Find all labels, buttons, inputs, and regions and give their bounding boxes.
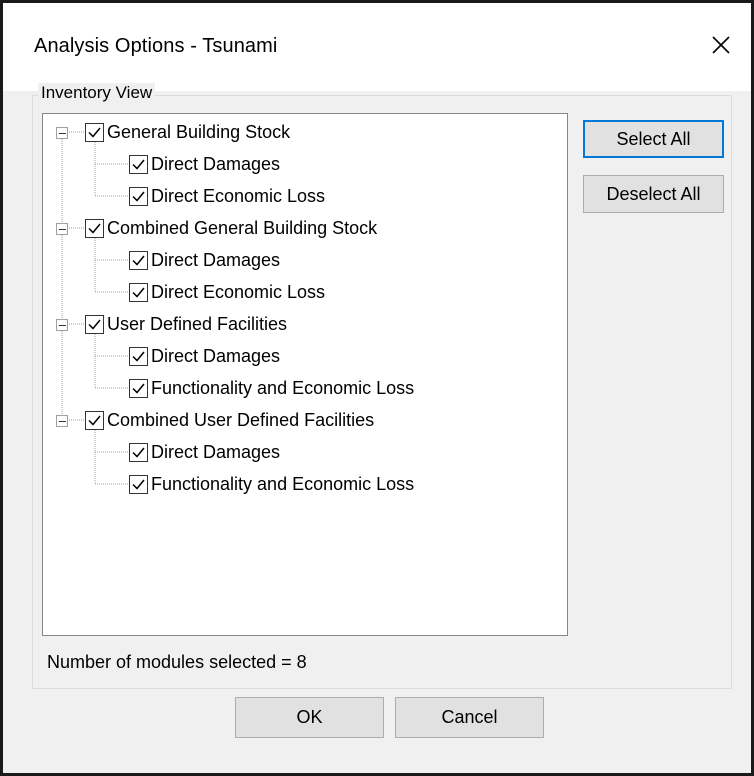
group-label: Inventory View bbox=[38, 83, 156, 103]
tree-item-label: Direct Damages bbox=[151, 153, 281, 174]
checkbox-checked-icon[interactable] bbox=[129, 282, 148, 302]
cancel-button[interactable]: Cancel bbox=[395, 697, 544, 738]
ok-button[interactable]: OK bbox=[235, 697, 384, 738]
tree-node-child[interactable]: Direct Damages bbox=[129, 436, 280, 468]
checkbox-checked-icon[interactable] bbox=[129, 442, 148, 462]
modules-selected-count: Number of modules selected = 8 bbox=[47, 652, 307, 672]
checkbox-checked-icon[interactable] bbox=[85, 410, 104, 430]
tree-item-label: Direct Damages bbox=[151, 345, 281, 366]
title-bar: Analysis Options - Tsunami bbox=[3, 3, 751, 91]
tree-item-label: User Defined Facilities bbox=[107, 313, 288, 334]
tree-node-child[interactable]: Functionality and Economic Loss bbox=[129, 468, 414, 500]
window-title: Analysis Options - Tsunami bbox=[34, 35, 278, 57]
checkbox-checked-icon[interactable] bbox=[129, 154, 148, 174]
select-all-button[interactable]: Select All bbox=[583, 120, 724, 158]
tree-node-child[interactable]: Functionality and Economic Loss bbox=[129, 372, 414, 404]
inventory-tree[interactable]: General Building Stock Direct Damages Dire… bbox=[42, 113, 568, 636]
tree-item-label: Direct Economic Loss bbox=[151, 281, 326, 302]
tree-node-child[interactable]: Direct Damages bbox=[129, 340, 280, 372]
collapse-minus-icon[interactable] bbox=[56, 415, 68, 427]
tree-node-child[interactable]: Direct Damages bbox=[129, 148, 280, 180]
checkbox-checked-icon[interactable] bbox=[129, 474, 148, 494]
tree-node-child[interactable]: Direct Economic Loss bbox=[129, 180, 325, 212]
tree-node-root[interactable]: User Defined Facilities bbox=[85, 308, 287, 340]
checkbox-checked-icon[interactable] bbox=[129, 346, 148, 366]
tree-node-child[interactable]: Direct Damages bbox=[129, 244, 280, 276]
tree-item-label: Combined User Defined Facilities bbox=[107, 409, 375, 430]
tree-item-label: Direct Economic Loss bbox=[151, 185, 326, 206]
close-icon[interactable] bbox=[705, 29, 737, 61]
collapse-minus-icon[interactable] bbox=[56, 223, 68, 235]
tree-node-root[interactable]: General Building Stock bbox=[85, 116, 290, 148]
tree-node-root[interactable]: Combined General Building Stock bbox=[85, 212, 377, 244]
checkbox-checked-icon[interactable] bbox=[129, 378, 148, 398]
checkbox-checked-icon[interactable] bbox=[129, 186, 148, 206]
checkbox-checked-icon[interactable] bbox=[85, 122, 104, 142]
collapse-minus-icon[interactable] bbox=[56, 319, 68, 331]
collapse-minus-icon[interactable] bbox=[56, 127, 68, 139]
tree-item-label: Functionality and Economic Loss bbox=[151, 473, 415, 494]
tree-item-label: General Building Stock bbox=[107, 121, 291, 142]
checkbox-checked-icon[interactable] bbox=[85, 314, 104, 334]
checkbox-checked-icon[interactable] bbox=[129, 250, 148, 270]
tree-item-label: Combined General Building Stock bbox=[107, 217, 378, 238]
tree-item-label: Direct Damages bbox=[151, 249, 281, 270]
tree-item-label: Functionality and Economic Loss bbox=[151, 377, 415, 398]
deselect-all-button[interactable]: Deselect All bbox=[583, 175, 724, 213]
tree-item-label: Direct Damages bbox=[151, 441, 281, 462]
tree-node-root[interactable]: Combined User Defined Facilities bbox=[85, 404, 374, 436]
checkbox-checked-icon[interactable] bbox=[85, 218, 104, 238]
tree-node-child[interactable]: Direct Economic Loss bbox=[129, 276, 325, 308]
